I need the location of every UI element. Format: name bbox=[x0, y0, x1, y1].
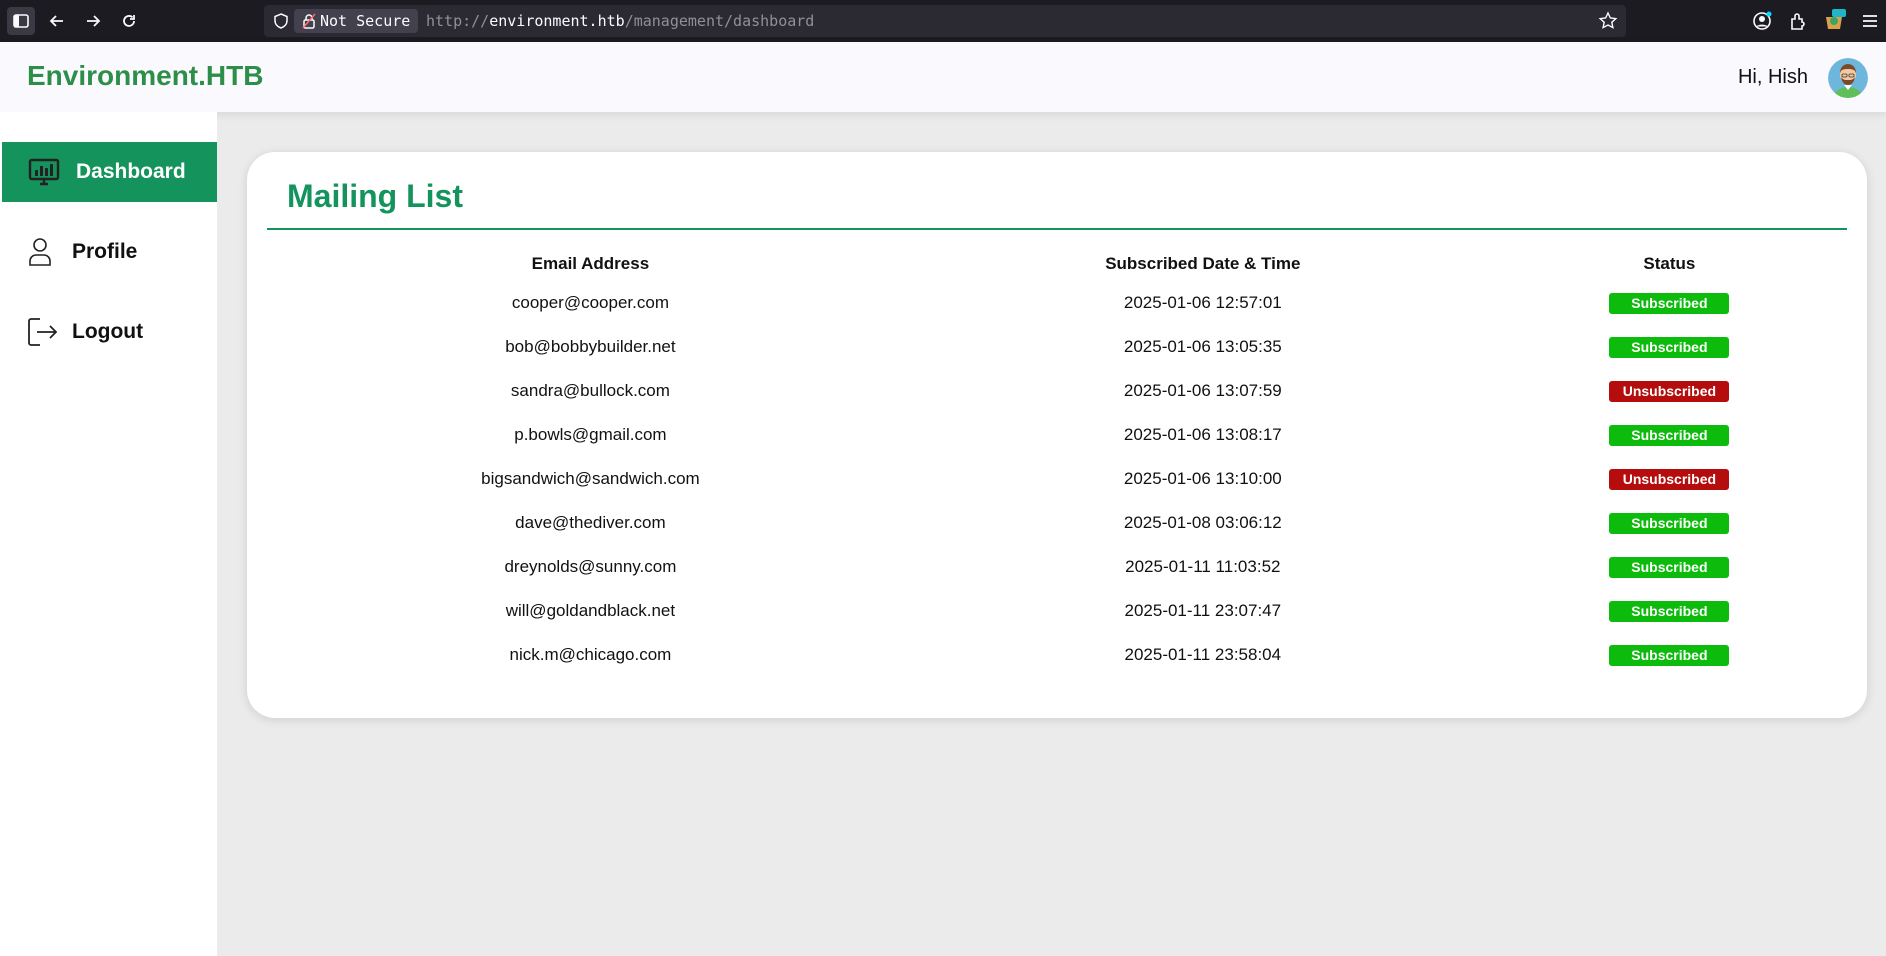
security-label: Not Secure bbox=[320, 12, 411, 30]
sidebar-item-dashboard[interactable]: Dashboard bbox=[2, 142, 217, 202]
sidebar-item-profile[interactable]: Profile bbox=[2, 222, 217, 282]
avatar[interactable] bbox=[1828, 58, 1868, 98]
title-divider bbox=[267, 228, 1847, 230]
status-cell: Subscribed bbox=[1492, 413, 1847, 457]
date-cell: 2025-01-11 23:58:04 bbox=[1124, 645, 1282, 664]
date-cell: 2025-01-06 13:07:59 bbox=[1123, 381, 1282, 400]
app-header: Environment.HTB Hi, Hish bbox=[0, 42, 1886, 112]
column-header-date: Subscribed Date & Time bbox=[1105, 254, 1301, 273]
sidebar: Dashboard Profile Logout bbox=[0, 112, 217, 956]
status-cell: Subscribed bbox=[1492, 281, 1847, 325]
date-cell: 2025-01-08 03:06:12 bbox=[1123, 513, 1282, 532]
date-cell: 2025-01-06 13:05:35 bbox=[1123, 337, 1282, 356]
status-cell: Unsubscribed bbox=[1492, 369, 1847, 413]
email-cell: bob@bobbybuilder.net bbox=[505, 337, 676, 356]
url-host: environment.htb bbox=[489, 12, 625, 30]
table-row: p.bowls@gmail.com 2025-01-06 13:08:17 Subs… bbox=[267, 413, 1847, 457]
column-header-status: Status bbox=[1643, 254, 1696, 273]
shield-icon[interactable] bbox=[272, 12, 290, 30]
table-row: bob@bobbybuilder.net 2025-01-06 13:05:35 S… bbox=[267, 325, 1847, 369]
page-title: Mailing List bbox=[287, 178, 463, 214]
sidebar-item-logout[interactable]: Logout bbox=[2, 302, 217, 362]
table-row: dreynolds@sunny.com 2025-01-11 11:03:52 Su… bbox=[267, 545, 1847, 589]
mailing-list-table: Email Address Subscribed Date & Time Sta… bbox=[267, 247, 1847, 677]
star-icon[interactable] bbox=[1598, 11, 1618, 31]
sidebar-item-label: Logout bbox=[72, 320, 144, 343]
email-cell: sandra@bullock.com bbox=[510, 381, 670, 400]
email-cell: p.bowls@gmail.com bbox=[514, 425, 667, 444]
email-cell: nick.m@chicago.com bbox=[509, 645, 672, 664]
table-row: will@goldandblack.net 2025-01-11 23:07:47… bbox=[267, 589, 1847, 633]
table-body: cooper@cooper.com 2025-01-06 12:57:01 Subs… bbox=[267, 281, 1847, 677]
url-path: /management/dashboard bbox=[624, 12, 815, 30]
status-badge: Subscribed bbox=[1609, 644, 1730, 666]
sidebar-item-label: Profile bbox=[72, 240, 138, 263]
status-cell: Subscribed bbox=[1492, 545, 1847, 589]
mailing-list-card: Mailing List Email Address Subscribed Da… bbox=[247, 152, 1867, 718]
security-indicator[interactable]: Not Secure bbox=[294, 9, 419, 33]
column-header-email: Email Address bbox=[531, 254, 650, 273]
user-icon bbox=[29, 238, 51, 266]
table-row: nick.m@chicago.com 2025-01-11 23:58:04 Sub… bbox=[267, 633, 1847, 677]
url-text: http://environment.htb/management/dashbo… bbox=[426, 5, 814, 37]
sidebar-toggle-icon[interactable] bbox=[7, 7, 35, 35]
table-row: dave@thediver.com 2025-01-08 03:06:12 Subs… bbox=[267, 501, 1847, 545]
status-cell: Subscribed bbox=[1492, 633, 1847, 677]
status-cell: Subscribed bbox=[1492, 589, 1847, 633]
date-cell: 2025-01-06 12:57:01 bbox=[1123, 293, 1282, 312]
email-cell: bigsandwich@sandwich.com bbox=[481, 469, 700, 488]
account-icon[interactable] bbox=[1750, 9, 1774, 33]
sidebar-item-label: Dashboard bbox=[76, 160, 186, 183]
email-cell: cooper@cooper.com bbox=[511, 293, 669, 312]
email-cell: will@goldandblack.net bbox=[505, 601, 676, 620]
table-row: cooper@cooper.com 2025-01-06 12:57:01 Subs… bbox=[267, 281, 1847, 325]
forward-arrow-icon[interactable] bbox=[79, 7, 107, 35]
status-badge: Unsubscribed bbox=[1609, 380, 1730, 402]
table-row: bigsandwich@sandwich.com 2025-01-06 13:10… bbox=[267, 457, 1847, 501]
date-cell: 2025-01-06 13:08:17 bbox=[1123, 425, 1282, 444]
url-scheme: http:// bbox=[426, 12, 490, 30]
status-badge: Subscribed bbox=[1609, 512, 1730, 534]
date-cell: 2025-01-11 23:07:47 bbox=[1124, 601, 1282, 620]
table-header-row: Email Address Subscribed Date & Time Sta… bbox=[267, 247, 1847, 281]
brand-logo[interactable]: Environment.HTB bbox=[27, 60, 263, 92]
email-cell: dreynolds@sunny.com bbox=[504, 557, 677, 576]
status-badge: Subscribed bbox=[1609, 292, 1730, 314]
status-badge: Subscribed bbox=[1609, 424, 1730, 446]
status-badge: Unsubscribed bbox=[1609, 468, 1730, 490]
lock-icon bbox=[302, 13, 316, 29]
extension-badge-icon[interactable] bbox=[1822, 9, 1846, 33]
date-cell: 2025-01-06 13:10:00 bbox=[1123, 469, 1282, 488]
dashboard-monitor-icon bbox=[28, 158, 60, 186]
email-cell: dave@thediver.com bbox=[515, 513, 666, 532]
status-badge: Subscribed bbox=[1609, 600, 1730, 622]
status-badge: Subscribed bbox=[1609, 556, 1730, 578]
table-row: sandra@bullock.com 2025-01-06 13:07:59 Uns… bbox=[267, 369, 1847, 413]
date-cell: 2025-01-11 11:03:52 bbox=[1125, 557, 1281, 576]
back-arrow-icon[interactable] bbox=[43, 7, 71, 35]
logout-icon bbox=[28, 318, 58, 346]
status-cell: Unsubscribed bbox=[1492, 457, 1847, 501]
extensions-icon[interactable] bbox=[1786, 9, 1810, 33]
url-bar[interactable]: Not Secure http://environment.htb/manage… bbox=[264, 5, 1626, 37]
status-cell: Subscribed bbox=[1492, 501, 1847, 545]
browser-toolbar: Not Secure http://environment.htb/manage… bbox=[0, 0, 1886, 42]
menu-icon[interactable] bbox=[1858, 9, 1882, 33]
status-cell: Subscribed bbox=[1492, 325, 1847, 369]
user-greeting: Hi, Hish bbox=[1737, 66, 1808, 88]
reload-icon[interactable] bbox=[115, 7, 143, 35]
status-badge: Subscribed bbox=[1609, 336, 1730, 358]
